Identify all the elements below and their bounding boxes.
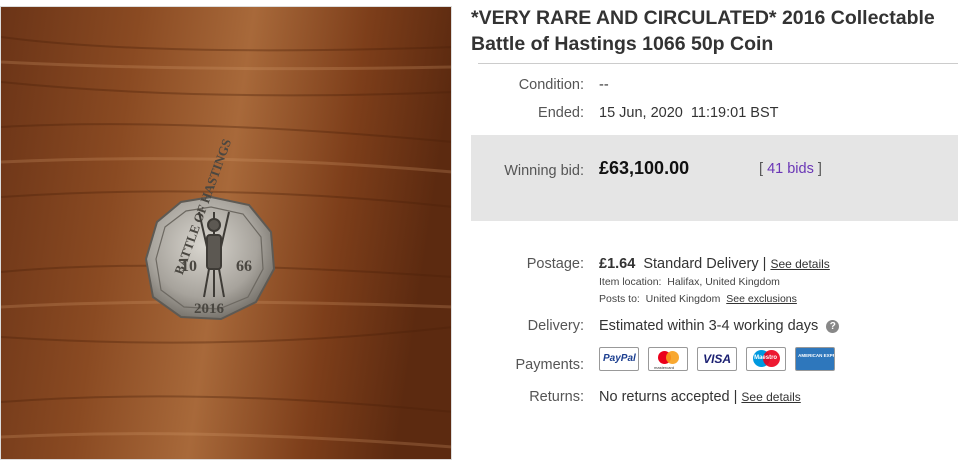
delivery-label: Delivery: bbox=[527, 318, 584, 334]
item-location: Item location: Halifax, United Kingdom bbox=[599, 276, 780, 288]
winning-bid-value: £63,100.00 bbox=[599, 158, 690, 178]
see-exclusions-link[interactable]: See exclusions bbox=[726, 293, 797, 305]
coin-text-right: 66 bbox=[236, 258, 252, 275]
coin-text-bottom: 2016 bbox=[194, 301, 225, 317]
postage-label: Postage: bbox=[526, 256, 584, 272]
returns-value: No returns accepted | See details bbox=[599, 389, 801, 405]
mastercard-icon: mastercard bbox=[648, 347, 689, 371]
maestro-icon: Maestro bbox=[746, 347, 787, 371]
returns-see-details-link[interactable]: See details bbox=[741, 390, 800, 404]
paypal-icon: PayPal bbox=[599, 347, 639, 371]
postage-value: £1.64 Standard Delivery | See details bbox=[599, 256, 830, 272]
listing-title: *VERY RARE AND CIRCULATED* 2016 Collecta… bbox=[471, 7, 935, 55]
postage-price: £1.64 bbox=[599, 256, 636, 272]
winning-bid-box: Winning bid: £63,100.00 [ 41 bids ] bbox=[471, 135, 958, 221]
coin-text-left: 10 bbox=[181, 258, 197, 275]
returns-label: Returns: bbox=[529, 389, 584, 405]
ended-label: Ended: bbox=[538, 105, 584, 121]
winning-bid-label: Winning bid: bbox=[504, 163, 584, 179]
postage-see-details-link[interactable]: See details bbox=[770, 257, 829, 271]
condition-label: Condition: bbox=[518, 77, 584, 93]
payment-icons: PayPal mastercard VISA Maestro AMERICAN … bbox=[599, 347, 840, 371]
ended-value: 15 Jun, 2020 11:19:01 BST bbox=[599, 105, 779, 121]
postage-service: Standard Delivery | bbox=[643, 256, 767, 272]
delivery-value: Estimated within 3-4 working days ? bbox=[599, 318, 840, 334]
listing-photo[interactable]: BATTLE OF HASTINGS 10 66 2016 bbox=[0, 6, 452, 460]
bid-count: [ 41 bids ] bbox=[759, 161, 822, 177]
payments-label: Payments: bbox=[515, 357, 585, 373]
title-divider bbox=[478, 63, 958, 64]
posts-to: Posts to: United Kingdom bbox=[599, 293, 721, 305]
coin-photo-image: BATTLE OF HASTINGS 10 66 2016 bbox=[1, 7, 451, 459]
amex-icon: AMERICAN EXPRESS bbox=[795, 347, 836, 371]
posts-to-info: Posts to: United Kingdom See exclusions bbox=[599, 293, 797, 305]
bid-history-link[interactable]: 41 bids bbox=[767, 161, 814, 177]
bids-open-bracket: [ bbox=[759, 161, 764, 177]
help-icon[interactable]: ? bbox=[826, 319, 840, 333]
delivery-estimate: Estimated within 3-4 working days bbox=[599, 318, 819, 334]
condition-value: -- bbox=[599, 77, 609, 93]
visa-icon: VISA bbox=[697, 347, 738, 371]
returns-policy: No returns accepted | bbox=[599, 389, 738, 405]
bids-close-bracket: ] bbox=[817, 161, 822, 177]
